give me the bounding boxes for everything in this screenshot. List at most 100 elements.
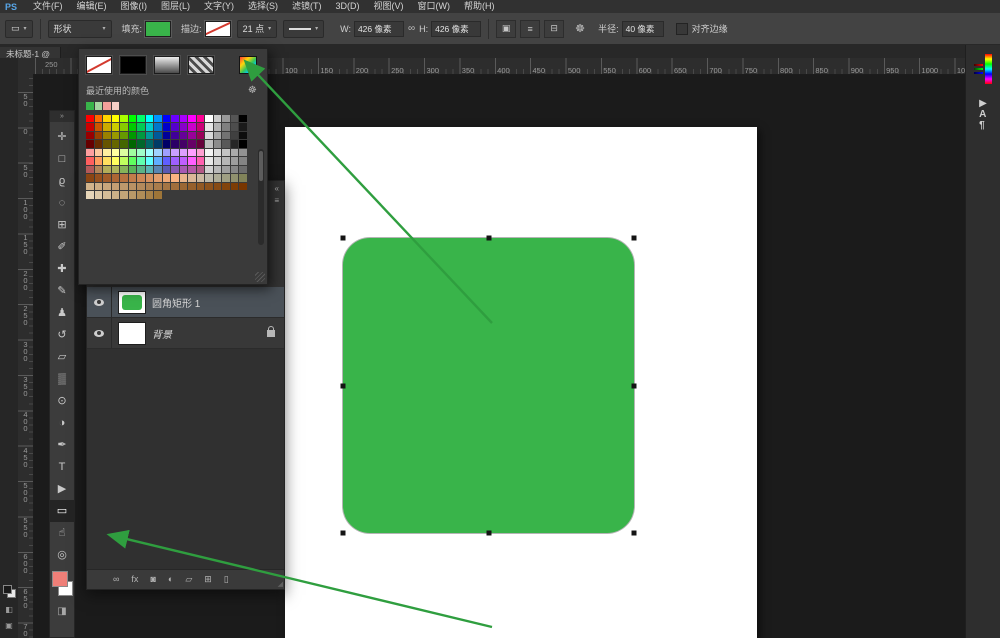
color-swatch[interactable] [171,132,179,140]
character-panel-icon[interactable]: A [979,109,987,120]
color-swatch[interactable] [146,115,154,123]
swatches-scrollbar[interactable] [258,149,264,245]
color-swatch[interactable] [188,140,196,148]
stroke-width-select[interactable]: 21 点 ▾ [237,20,278,38]
color-swatch[interactable] [188,157,196,165]
stroke-type-select[interactable]: ▾ [283,20,324,38]
color-swatch[interactable] [163,174,171,182]
color-swatch[interactable] [137,183,145,191]
color-swatch[interactable] [112,115,120,123]
color-swatch[interactable] [137,140,145,148]
eraser-tool[interactable]: ▱ [50,346,74,368]
color-swatch[interactable] [180,140,188,148]
color-swatch[interactable] [137,157,145,165]
color-swatch[interactable] [137,166,145,174]
color-swatch[interactable] [129,123,137,131]
color-swatch[interactable] [231,115,239,123]
color-swatch[interactable] [188,132,196,140]
clone-stamp-tool[interactable]: ♟ [50,302,74,324]
color-swatch[interactable] [146,166,154,174]
color-swatch[interactable] [86,123,94,131]
color-swatch[interactable] [86,132,94,140]
color-swatch[interactable] [154,123,162,131]
menu-item[interactable]: 图层(L) [154,0,197,13]
color-swatch[interactable] [197,166,205,174]
panel-collapse-icon[interactable]: « [274,185,278,193]
color-swatch[interactable] [171,149,179,157]
color-swatch[interactable] [163,149,171,157]
color-swatch[interactable] [120,140,128,148]
color-swatch[interactable] [95,174,103,182]
mini-mask-icon[interactable]: ◧ [5,605,13,614]
color-swatch[interactable] [129,140,137,148]
color-swatch[interactable] [180,123,188,131]
color-swatch[interactable] [171,115,179,123]
color-swatch[interactable] [231,174,239,182]
color-swatch[interactable] [95,149,103,157]
shape-handle[interactable] [341,383,346,388]
color-swatch[interactable] [129,166,137,174]
color-swatch[interactable] [163,132,171,140]
color-swatch[interactable] [205,115,213,123]
color-swatch[interactable] [205,157,213,165]
color-swatch[interactable] [171,157,179,165]
menu-item[interactable]: 窗口(W) [411,0,458,13]
dodge-tool[interactable]: ◑ [50,412,74,434]
color-swatch[interactable] [205,132,213,140]
color-swatch[interactable] [146,183,154,191]
layer-thumbnail[interactable] [119,292,145,313]
link-dimensions-icon[interactable]: ∞ [408,23,415,34]
shape-handle[interactable] [632,531,637,536]
layer-visibility-toggle[interactable] [87,287,112,317]
brush-tool[interactable]: ✎ [50,280,74,302]
color-swatch[interactable] [103,115,111,123]
recent-color-swatch[interactable] [95,102,103,110]
color-swatch[interactable] [86,166,94,174]
solid-color-swatch[interactable] [120,56,146,74]
menu-item[interactable]: 帮助(H) [457,0,502,13]
toolbar-collapse-icon[interactable]: » [50,111,74,122]
color-swatch[interactable] [197,132,205,140]
color-swatch[interactable] [214,140,222,148]
color-swatch[interactable] [222,132,230,140]
panel-resize-grip[interactable]: ◢ [278,580,283,588]
color-swatch[interactable] [188,183,196,191]
color-swatch[interactable] [120,157,128,165]
color-swatch[interactable] [197,115,205,123]
popup-resize-grip[interactable] [255,272,265,282]
color-swatch[interactable] [154,183,162,191]
color-swatch[interactable] [86,157,94,165]
color-swatch[interactable] [188,174,196,182]
color-swatch[interactable] [163,157,171,165]
color-swatch[interactable] [205,140,213,148]
tool-mode-select[interactable]: 形状 ▾ [48,20,112,38]
color-swatch[interactable] [137,132,145,140]
color-swatch[interactable] [188,123,196,131]
color-swatch[interactable] [112,166,120,174]
color-swatch[interactable] [120,115,128,123]
color-swatch[interactable] [180,166,188,174]
color-swatch[interactable] [120,166,128,174]
color-swatch[interactable] [95,140,103,148]
pen-tool[interactable]: ✒ [50,434,74,456]
color-swatch[interactable] [239,149,247,157]
color-swatch[interactable] [197,140,205,148]
color-swatch[interactable] [231,140,239,148]
zoom-tool[interactable]: ◎ [50,544,74,566]
path-selection-tool[interactable]: ▶ [50,478,74,500]
menu-item[interactable]: 3D(D) [329,0,367,13]
color-swatch[interactable] [154,157,162,165]
color-swatch[interactable] [137,115,145,123]
layer-visibility-toggle[interactable] [87,318,112,348]
color-swatch[interactable] [205,174,213,182]
color-swatch[interactable] [95,166,103,174]
rectangular-marquee-tool[interactable]: □ [50,148,74,170]
gear-icon[interactable]: ☸ [572,21,588,37]
color-swatch[interactable] [214,115,222,123]
color-swatch[interactable] [180,183,188,191]
color-swatch[interactable] [239,123,247,131]
width-field[interactable]: 426 像素 [354,21,404,37]
color-swatch[interactable] [129,157,137,165]
adjustment-layer-icon[interactable]: ◐ [168,574,173,585]
color-swatch[interactable] [86,140,94,148]
